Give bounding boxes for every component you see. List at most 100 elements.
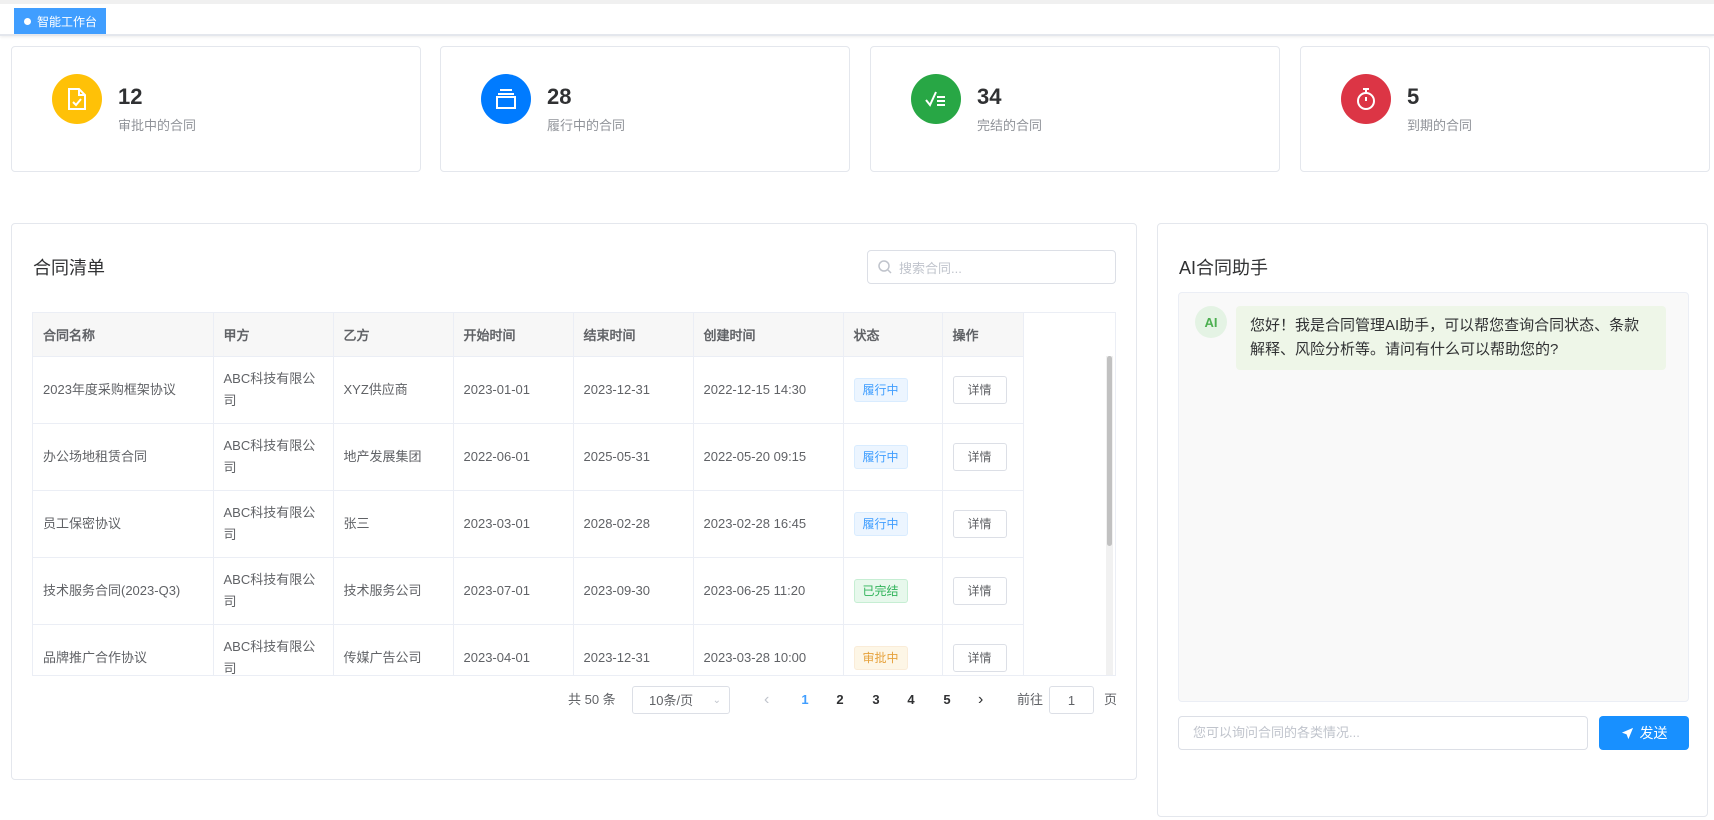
search-input[interactable]: 搜索合同...: [867, 250, 1116, 284]
action-cell: 详情: [942, 557, 1024, 625]
send-button[interactable]: 发送: [1599, 716, 1689, 750]
table-row: 办公场地租赁合同 ABC科技有限公司 地产发展集团 2022-06-01 2025-05…: [33, 423, 1024, 491]
contract-table: 合同名称 甲方 乙方 开始时间 结束时间 创建时间 状态 操作 2023年度采购…: [32, 312, 1116, 676]
stat-card-active: 28 履行中的合同: [440, 46, 850, 172]
stat-value: 5: [1407, 84, 1420, 109]
detail-button[interactable]: 详情: [952, 576, 1007, 605]
end-date-cell: 2028-02-28: [573, 490, 694, 558]
contract-list-panel: 合同清单 搜索合同... 合同名称 甲方 乙方 开始时间 结束时间 创建时间 状…: [11, 223, 1137, 780]
page-5[interactable]: 5: [937, 686, 957, 714]
ai-avatar: AI: [1195, 306, 1227, 338]
start-date-cell: 2023-01-01: [453, 356, 574, 424]
party-b-cell: 传媒广告公司: [333, 624, 454, 675]
col-header-party-a[interactable]: 甲方: [213, 313, 334, 357]
stat-label: 完结的合同: [977, 118, 1043, 133]
check-list-icon: [911, 74, 961, 124]
end-date-cell: 2023-09-30: [573, 557, 694, 625]
created-time-cell: 2023-06-25 11:20: [693, 557, 844, 625]
pagination: 共 50 条 10条/页 ⌄ ‹ 1 2 3 4 5 › 前往 1 页: [12, 686, 1138, 716]
col-header-created[interactable]: 创建时间: [693, 313, 844, 357]
party-a-cell: ABC科技有限公司: [213, 356, 334, 424]
detail-button[interactable]: 详情: [952, 375, 1007, 404]
party-a-cell: ABC科技有限公司: [213, 490, 334, 558]
goto-page-input[interactable]: 1: [1049, 686, 1094, 714]
stat-value: 12: [118, 84, 143, 109]
detail-button[interactable]: 详情: [952, 643, 1007, 672]
page-1[interactable]: 1: [795, 686, 815, 714]
party-a-cell: ABC科技有限公司: [213, 423, 334, 491]
status-cell: 履行中: [843, 356, 943, 424]
workspace-tab-label: 智能工作台: [37, 14, 98, 29]
col-header-name[interactable]: 合同名称: [33, 313, 214, 357]
status-badge: 履行中: [853, 444, 908, 469]
status-badge: 履行中: [853, 511, 908, 536]
top-bar: 智能工作台: [0, 0, 1714, 36]
ai-message: 您好！我是合同管理AI助手，可以帮您查询合同状态、条款解释、风险分析等。请问有什…: [1236, 306, 1666, 370]
send-icon: [1621, 727, 1633, 739]
col-header-end[interactable]: 结束时间: [573, 313, 694, 357]
action-cell: 详情: [942, 423, 1024, 491]
contract-name-cell: 品牌推广合作协议: [33, 624, 214, 675]
assistant-title: AI合同助手: [1179, 258, 1269, 278]
next-page-button[interactable]: ›: [978, 686, 983, 714]
stat-label: 审批中的合同: [118, 118, 197, 133]
detail-button[interactable]: 详情: [952, 442, 1007, 471]
stat-card-expired: 5 到期的合同: [1300, 46, 1710, 172]
chat-input[interactable]: 您可以询问合同的各类情况...: [1178, 716, 1588, 750]
workspace-tab[interactable]: 智能工作台: [14, 8, 106, 34]
created-time-cell: 2023-02-28 16:45: [693, 490, 844, 558]
table-row: 2023年度采购框架协议 ABC科技有限公司 XYZ供应商 2023-01-01 202…: [33, 356, 1024, 424]
status-badge: 已完结: [853, 578, 908, 603]
action-cell: 详情: [942, 356, 1024, 424]
stat-value: 28: [547, 84, 572, 109]
page-3[interactable]: 3: [866, 686, 886, 714]
col-header-action: 操作: [942, 313, 1024, 357]
col-header-status[interactable]: 状态: [843, 313, 943, 357]
contract-name-cell: 员工保密协议: [33, 490, 214, 558]
status-badge: 履行中: [853, 377, 908, 402]
stat-label: 到期的合同: [1407, 118, 1473, 133]
page-size-select[interactable]: 10条/页 ⌄: [632, 686, 730, 714]
status-cell: 履行中: [843, 490, 943, 558]
stat-value: 34: [977, 84, 1002, 109]
party-a-cell: ABC科技有限公司: [213, 624, 334, 675]
table-scrollbar[interactable]: [1106, 356, 1113, 675]
dot-icon: [24, 17, 31, 25]
contract-name-cell: 技术服务合同(2023-Q3): [33, 557, 214, 625]
detail-button[interactable]: 详情: [952, 509, 1007, 538]
party-b-cell: 张三: [333, 490, 454, 558]
start-date-cell: 2023-04-01: [453, 624, 574, 675]
created-time-cell: 2022-12-15 14:30: [693, 356, 844, 424]
table-row: 品牌推广合作协议 ABC科技有限公司 传媒广告公司 2023-04-01 2023-12…: [33, 624, 1024, 675]
action-cell: 详情: [942, 490, 1024, 558]
start-date-cell: 2022-06-01: [453, 423, 574, 491]
total-count: 共 50 条: [568, 692, 616, 707]
party-b-cell: 地产发展集团: [333, 423, 454, 491]
page-4[interactable]: 4: [901, 686, 921, 714]
chevron-down-icon: ⌄: [712, 695, 721, 706]
end-date-cell: 2025-05-31: [573, 423, 694, 491]
table-row: 员工保密协议 ABC科技有限公司 张三 2023-03-01 2028-02-28 202…: [33, 490, 1024, 558]
inbox-stack-icon: [481, 74, 531, 124]
status-badge: 审批中: [853, 645, 908, 670]
status-cell: 履行中: [843, 423, 943, 491]
page-2[interactable]: 2: [830, 686, 850, 714]
start-date-cell: 2023-03-01: [453, 490, 574, 558]
end-date-cell: 2023-12-31: [573, 356, 694, 424]
action-cell: 详情: [942, 624, 1024, 675]
col-header-party-b[interactable]: 乙方: [333, 313, 454, 357]
stat-card-completed: 34 完结的合同: [870, 46, 1280, 172]
table-row: 技术服务合同(2023-Q3) ABC科技有限公司 技术服务公司 2023-07-01…: [33, 557, 1024, 625]
search-placeholder: 搜索合同...: [899, 260, 962, 276]
party-b-cell: 技术服务公司: [333, 557, 454, 625]
end-date-cell: 2023-12-31: [573, 624, 694, 675]
party-a-cell: ABC科技有限公司: [213, 557, 334, 625]
created-time-cell: 2022-05-20 09:15: [693, 423, 844, 491]
file-check-icon: [52, 74, 102, 124]
scrollbar-thumb[interactable]: [1107, 356, 1112, 546]
status-cell: 审批中: [843, 624, 943, 675]
prev-page-button[interactable]: ‹: [764, 686, 769, 714]
chat-messages: AI 您好！我是合同管理AI助手，可以帮您查询合同状态、条款解释、风险分析等。请…: [1178, 292, 1689, 702]
col-header-start[interactable]: 开始时间: [453, 313, 574, 357]
start-date-cell: 2023-07-01: [453, 557, 574, 625]
